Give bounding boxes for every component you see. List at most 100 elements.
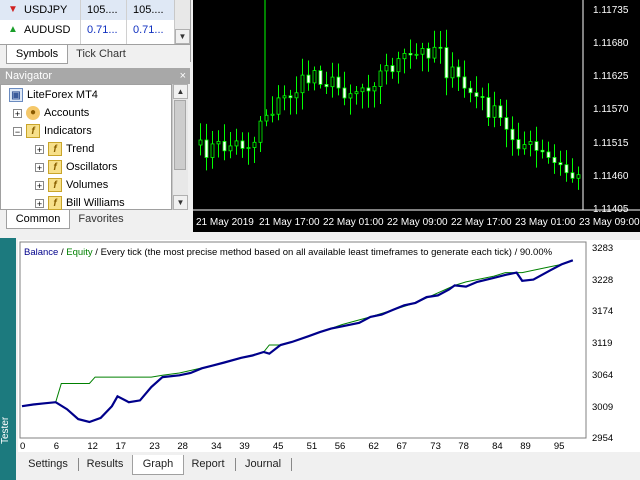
expand-icon[interactable]: + xyxy=(35,198,44,208)
tree-item-indicators[interactable]: − f Indicators xyxy=(13,122,92,140)
price-label: 1.11570 xyxy=(593,104,629,115)
x-tick-label: 0 xyxy=(20,441,25,452)
candle-body xyxy=(576,174,581,179)
candle-body xyxy=(570,172,575,179)
candle-body xyxy=(408,53,413,56)
candle-body xyxy=(282,95,287,99)
candle-body xyxy=(444,47,449,79)
candle-body xyxy=(462,76,467,89)
x-tick-label: 67 xyxy=(397,441,408,452)
candle-body xyxy=(396,58,401,73)
expand-icon[interactable]: + xyxy=(13,108,22,118)
symbol-name: AUDUSD xyxy=(24,24,71,36)
candle-body xyxy=(252,141,257,148)
scroll-up-button[interactable]: ▲ xyxy=(173,84,188,99)
candle-body xyxy=(474,92,479,97)
graph-legend: Balance / Equity / Every tick (the most … xyxy=(24,247,553,258)
column-divider xyxy=(80,0,81,44)
tree-item-label: Trend xyxy=(66,143,95,155)
navigator-title: Navigator xyxy=(5,70,53,82)
tab-settings[interactable]: Settings xyxy=(22,455,74,474)
tree-item-oscillators[interactable]: + f Oscillators xyxy=(35,158,117,176)
market-watch-row-usdjpy[interactable]: ▼ USDJPY 105.... 105.... xyxy=(0,0,174,20)
navigator-scrollbar[interactable]: ▲ ▼ xyxy=(172,84,188,210)
candle-body xyxy=(480,96,485,98)
tab-tick-chart[interactable]: Tick Chart xyxy=(70,45,132,63)
tab-results[interactable]: Results xyxy=(82,455,128,474)
tab-favorites[interactable]: Favorites xyxy=(72,210,130,228)
tree-item-accounts[interactable]: + ● Accounts xyxy=(13,104,89,122)
time-label: 23 May 09:00 xyxy=(579,217,640,228)
tab-journal[interactable]: Journal xyxy=(238,455,288,474)
tree-item-label: LiteForex MT4 xyxy=(27,89,98,101)
candle-body xyxy=(234,140,239,147)
candle-body xyxy=(546,151,551,158)
legend-equity: Equity xyxy=(66,247,93,258)
collapse-icon[interactable]: − xyxy=(13,126,22,136)
indicators-icon: f xyxy=(26,124,40,139)
candle-body xyxy=(210,143,215,158)
time-label: 22 May 09:00 xyxy=(387,217,448,228)
time-label: 23 May 01:00 xyxy=(515,217,576,228)
market-watch-panel: ▼ USDJPY 105.... 105.... ▲ AUDUSD 0.71..… xyxy=(0,0,191,65)
price-label: 1.11680 xyxy=(593,38,629,49)
symbol-name: USDJPY xyxy=(24,4,68,16)
tab-divider xyxy=(78,458,79,471)
time-label: 22 May 01:00 xyxy=(323,217,384,228)
market-watch-row-audusd[interactable]: ▲ AUDUSD 0.71... 0.71... xyxy=(0,20,174,40)
x-tick-label: 17 xyxy=(116,441,127,452)
close-icon[interactable]: × xyxy=(175,68,186,84)
price-label: 1.11460 xyxy=(593,171,629,182)
candle-body xyxy=(558,162,563,166)
tab-symbols[interactable]: Symbols xyxy=(6,45,68,64)
market-watch-scrollbar[interactable]: ▼ xyxy=(174,0,190,44)
scroll-down-button[interactable]: ▼ xyxy=(175,29,190,44)
navigator-tree: ▣ LiteForex MT4 + ● Accounts − f Indicators +… xyxy=(0,84,172,211)
y-tick-label: 3009 xyxy=(592,402,613,413)
candle-body xyxy=(492,105,497,118)
x-tick-label: 73 xyxy=(430,441,441,452)
x-tick-label: 62 xyxy=(368,441,379,452)
y-tick-label: 3174 xyxy=(592,306,613,317)
navigator-tabs: Common Favorites xyxy=(0,210,190,230)
candlestick-series xyxy=(198,0,581,190)
candle-body xyxy=(414,53,419,56)
candle-body xyxy=(552,156,557,163)
tester-side-bar: Tester xyxy=(0,238,16,480)
candle-body xyxy=(240,140,245,149)
tab-report[interactable]: Report xyxy=(184,455,232,474)
tree-item-root[interactable]: ▣ LiteForex MT4 xyxy=(9,86,98,104)
expand-icon[interactable]: + xyxy=(35,180,44,190)
ask-price: 0.71... xyxy=(133,24,164,36)
tree-item-trend[interactable]: + f Trend xyxy=(35,140,94,158)
time-label: 21 May 2019 xyxy=(196,217,254,228)
expand-icon[interactable]: + xyxy=(35,162,44,172)
x-tick-label: 6 xyxy=(54,441,59,452)
y-tick-label: 3283 xyxy=(592,243,613,254)
price-chart[interactable]: 1.11735 1.11680 1.11625 1.11570 1.11515 … xyxy=(193,0,640,232)
balance-equity-graph[interactable]: Balance / Equity / Every tick (the most … xyxy=(18,240,640,452)
tab-common[interactable]: Common xyxy=(6,210,70,229)
y-tick-label: 3228 xyxy=(592,275,613,286)
scroll-down-button[interactable]: ▼ xyxy=(173,195,188,210)
y-tick-label: 3064 xyxy=(592,370,613,381)
legend-sep: / xyxy=(58,247,66,258)
indicator-folder-icon: f xyxy=(48,160,62,175)
x-tick-label: 51 xyxy=(307,441,318,452)
indicator-folder-icon: f xyxy=(48,178,62,193)
candle-body xyxy=(516,139,521,150)
tree-item-label: Accounts xyxy=(44,107,90,119)
tree-item-volumes[interactable]: + f Volumes xyxy=(35,176,108,194)
scroll-thumb[interactable] xyxy=(174,100,186,170)
candle-body xyxy=(534,141,539,151)
expand-icon[interactable]: + xyxy=(35,144,44,154)
candle-body xyxy=(426,48,431,59)
candle-body xyxy=(402,53,407,60)
x-tick-label: 23 xyxy=(149,441,160,452)
tab-graph[interactable]: Graph xyxy=(132,455,184,475)
candle-body xyxy=(528,141,533,146)
bid-price: 0.71... xyxy=(87,24,118,36)
candle-body xyxy=(246,147,251,149)
tree-item-label: Bill Williams xyxy=(66,197,125,209)
candle-body xyxy=(294,92,299,99)
